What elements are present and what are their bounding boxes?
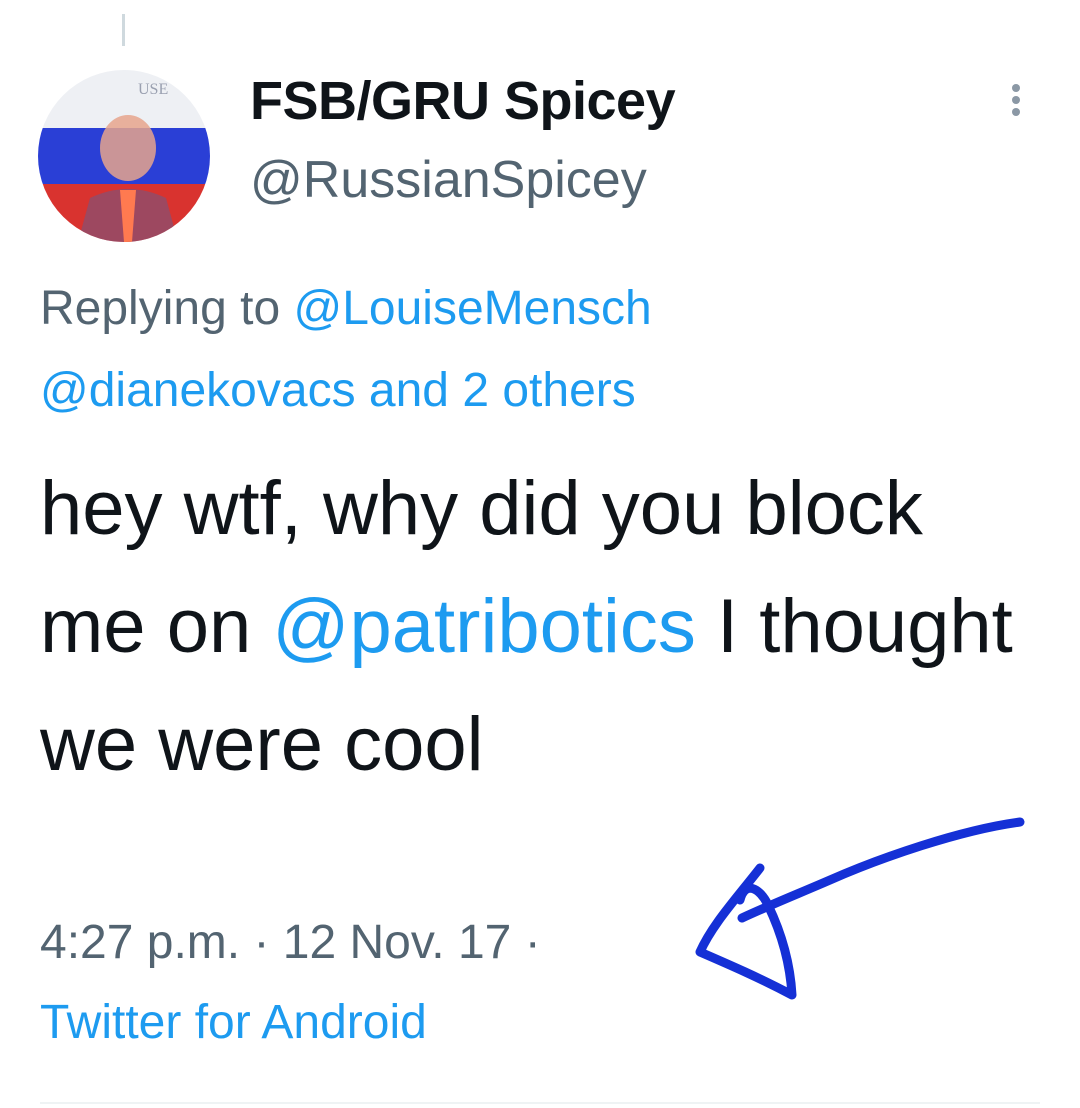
tweet-detail: USE FSB/GRU Spicey @RussianSpicey Replyi… (0, 0, 1080, 1108)
tweet-timestamp[interactable]: 4:27 p.m. · 12 Nov. 17 · (40, 915, 541, 970)
meta-separator: · (511, 916, 541, 969)
replying-to-line: Replying to @LouiseMensch @dianekovacs a… (40, 268, 652, 432)
tweet-source-link[interactable]: Twitter for Android (40, 995, 427, 1050)
mention-link[interactable]: @patribotics (272, 584, 696, 669)
more-vertical-icon[interactable] (1000, 80, 1032, 130)
user-handle[interactable]: @RussianSpicey (250, 150, 647, 210)
tweet-date: 12 Nov. 17 (282, 916, 512, 969)
meta-separator: · (240, 916, 283, 969)
svg-text:USE: USE (138, 81, 168, 98)
thread-connector-line (122, 14, 125, 46)
display-name[interactable]: FSB/GRU Spicey (250, 70, 676, 132)
replying-prefix: Replying to (40, 282, 294, 335)
reply-target-link[interactable]: @dianekovacs (40, 364, 356, 417)
avatar[interactable]: USE (38, 70, 210, 242)
tweet-text: hey wtf, why did you block me on @patrib… (40, 450, 1040, 804)
tweet-time: 4:27 p.m. (40, 916, 241, 969)
avatar-image: USE (38, 70, 210, 242)
reply-target-link[interactable]: @LouiseMensch (293, 282, 651, 335)
divider (40, 1102, 1040, 1104)
reply-others-link[interactable]: and 2 others (356, 364, 636, 417)
